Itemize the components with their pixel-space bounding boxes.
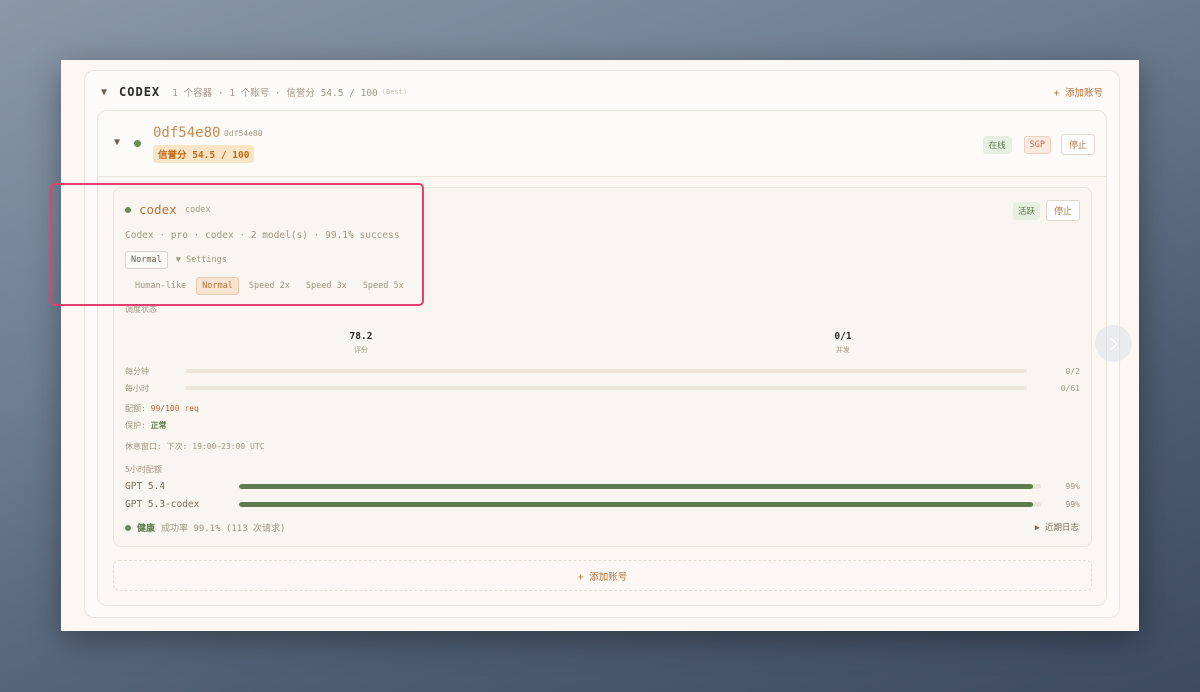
- per-hour-row: 每小时 0/61: [125, 382, 1080, 394]
- codex-group: ▼ CODEX 1 个容器 · 1 个账号 · 信誉分 54.5 / 100 (…: [84, 70, 1120, 618]
- account-header: ▼ 0df54e80 0df54e80 信誉分 54.5 / 100 在线 SG…: [98, 111, 1106, 177]
- score-label: 评分: [354, 346, 368, 354]
- health-label: 健康: [137, 524, 156, 534]
- quota-model-label: GPT 5.4: [125, 480, 166, 492]
- health-dot: [125, 524, 131, 531]
- protect-line: 保护: 正常: [125, 420, 167, 431]
- per-minute-label: 每分钟: [125, 366, 149, 376]
- next-slide-button[interactable]: [1095, 325, 1132, 362]
- group-title: CODEX: [119, 85, 161, 99]
- account-actions: 在线 SGP 停止: [982, 134, 1095, 155]
- account-id: 0df54e80: [224, 129, 263, 138]
- quota-label: 配额:: [125, 404, 146, 413]
- score-stat: 78.2 评分: [321, 331, 401, 355]
- add-account-button[interactable]: + 添加账号: [1054, 85, 1103, 99]
- health-row: 健康 成功率 99.1% (113 次请求): [125, 521, 285, 534]
- concurrency-stat: 0/1 并发: [803, 331, 883, 355]
- rest-window: 休息窗口: 下次: 19:00–23:00 UTC: [125, 442, 265, 451]
- quota-line: 配额: 99/100 req: [125, 403, 199, 414]
- protect-value: 正常: [150, 421, 167, 430]
- group-meta: 1 个容器 · 1 个账号 · 信誉分 54.5 / 100: [172, 88, 378, 99]
- quota-bar-fill: [239, 501, 1033, 507]
- account-status-dot: [134, 140, 141, 147]
- recent-logs-toggle[interactable]: ▶ 近期日志: [1035, 521, 1079, 533]
- health-text: 成功率 99.1% (113 次请求): [161, 524, 286, 534]
- per-minute-value: 0/2: [1065, 366, 1080, 376]
- per-minute-bar: [186, 369, 1027, 373]
- quota-value: 99/100 req: [150, 404, 199, 413]
- per-hour-bar: [186, 386, 1027, 390]
- region-badge: SGP: [1023, 135, 1051, 154]
- settings-highlight-box: [50, 183, 424, 306]
- collapse-toggle-icon[interactable]: ▼: [101, 87, 107, 98]
- group-meta-tag: (Best): [381, 88, 408, 96]
- add-account-slot-button[interactable]: + 添加账号: [113, 560, 1092, 591]
- quota-bar: [239, 483, 1041, 489]
- account-collapse-icon[interactable]: ▼: [114, 137, 120, 148]
- container-stop-button[interactable]: 停止: [1045, 200, 1080, 221]
- chevron-right-icon: [1110, 337, 1118, 350]
- per-hour-value: 0/61: [1060, 383, 1080, 393]
- per-hour-label: 每小时: [125, 383, 149, 393]
- container-actions: 活跃 停止: [1012, 200, 1080, 221]
- quota-percent: 99%: [1065, 481, 1080, 491]
- score-value: 78.2: [349, 331, 373, 342]
- concurrency-label: 并发: [836, 346, 850, 354]
- protect-label: 保护:: [125, 421, 146, 430]
- app-window: ▼ CODEX 1 个容器 · 1 个账号 · 信誉分 54.5 / 100 (…: [61, 60, 1139, 631]
- group-header: ▼ CODEX 1 个容器 · 1 个账号 · 信誉分 54.5 / 100 (…: [101, 83, 1103, 101]
- quota-row-gpt54: GPT 5.4 99%: [125, 480, 1080, 492]
- active-badge: 活跃: [1012, 201, 1040, 220]
- concurrency-value: 0/1: [834, 331, 852, 342]
- quota-bar-fill: [239, 483, 1033, 489]
- account-score-badge: 信誉分 54.5 / 100: [153, 145, 255, 163]
- quota-bar: [239, 501, 1041, 507]
- per-minute-row: 每分钟 0/2: [125, 365, 1080, 377]
- account-name: 0df54e80: [153, 125, 221, 141]
- quota-row-gpt53-codex: GPT 5.3-codex 99%: [125, 498, 1080, 510]
- quota5h-title: 5小时配额: [125, 465, 162, 474]
- quota-model-label: GPT 5.3-codex: [125, 498, 200, 510]
- account-stop-button[interactable]: 停止: [1060, 134, 1095, 155]
- online-badge: 在线: [982, 135, 1012, 154]
- quota-percent: 99%: [1065, 499, 1080, 509]
